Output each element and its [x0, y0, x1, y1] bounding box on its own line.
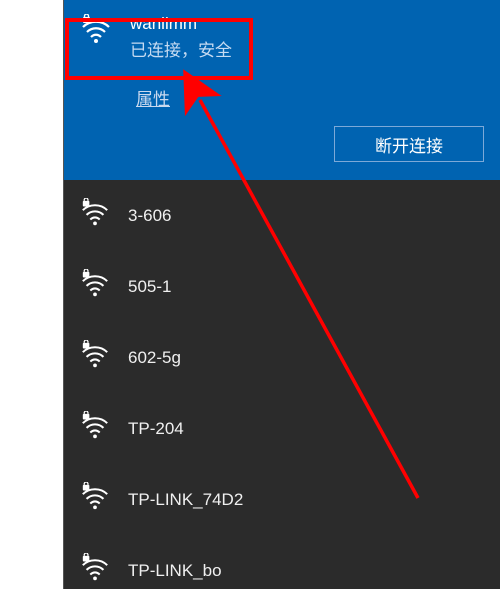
disconnect-button[interactable]: 断开连接: [334, 126, 484, 162]
wifi-secure-icon: [80, 14, 112, 51]
disconnect-row: 断开连接: [80, 126, 484, 162]
network-name: TP-LINK_bo: [128, 561, 222, 581]
network-item[interactable]: TP-LINK_bo: [64, 535, 500, 589]
selected-network-status: 已连接，安全: [130, 36, 232, 61]
network-name: 3-606: [128, 206, 171, 226]
network-item[interactable]: 3-606: [64, 180, 500, 251]
wifi-secure-icon: [80, 198, 110, 233]
network-item[interactable]: 602-5g: [64, 322, 500, 393]
selected-network-header: wanlimm 已连接，安全: [80, 14, 484, 61]
selected-network-block[interactable]: wanlimm 已连接，安全 属性 断开连接: [64, 0, 500, 180]
available-networks-list: 3-606 505-1 602-5g TP-204: [64, 180, 500, 589]
wifi-secure-icon: [80, 269, 110, 304]
network-name: TP-204: [128, 419, 184, 439]
wifi-secure-icon: [80, 482, 110, 517]
selected-network-info: wanlimm 已连接，安全: [130, 14, 232, 61]
wifi-flyout-panel: wanlimm 已连接，安全 属性 断开连接 3-606 505-1: [63, 0, 500, 589]
wifi-secure-icon: [80, 553, 110, 588]
wifi-secure-icon: [80, 411, 110, 446]
network-name: 505-1: [128, 277, 171, 297]
properties-link[interactable]: 属性: [136, 85, 170, 110]
network-item[interactable]: 505-1: [64, 251, 500, 322]
wifi-secure-icon: [80, 340, 110, 375]
network-name: 602-5g: [128, 348, 181, 368]
selected-network-name: wanlimm: [130, 14, 232, 34]
network-item[interactable]: TP-204: [64, 393, 500, 464]
network-item[interactable]: TP-LINK_74D2: [64, 464, 500, 535]
network-name: TP-LINK_74D2: [128, 490, 243, 510]
